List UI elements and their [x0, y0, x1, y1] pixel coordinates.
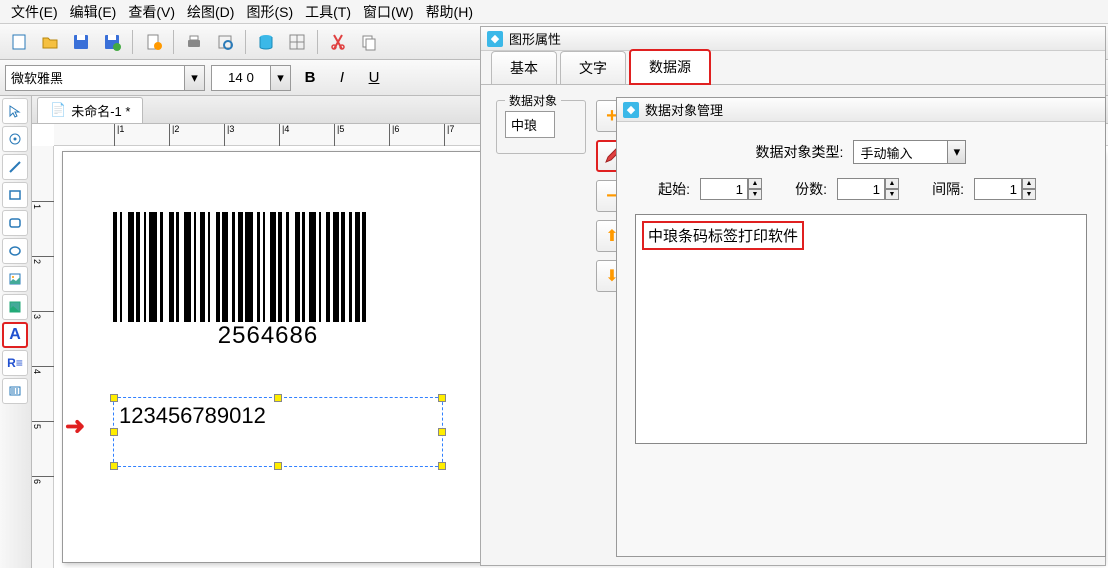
- resize-handle-tm[interactable]: [274, 394, 282, 402]
- open-button[interactable]: [36, 28, 64, 56]
- data-object-label: 数据对象: [505, 92, 561, 109]
- italic-button[interactable]: I: [329, 65, 355, 91]
- annotation-arrow: ➜: [65, 412, 85, 441]
- start-spin-down[interactable]: ▼: [748, 189, 762, 200]
- tab-basic[interactable]: 基本: [491, 51, 557, 84]
- menu-help[interactable]: 帮助(H): [420, 0, 479, 24]
- interval-spin-up[interactable]: ▲: [1022, 178, 1036, 189]
- copies-label: 份数:: [772, 179, 827, 199]
- vertical-ruler: 1 2 3 4 5 6: [32, 146, 54, 568]
- document-tab[interactable]: 📄 未命名-1 *: [37, 97, 143, 123]
- barcode-bars: [113, 212, 423, 322]
- copy-button[interactable]: [355, 28, 383, 56]
- data-object-item[interactable]: 中琅: [505, 111, 555, 138]
- menu-edit[interactable]: 编辑(E): [64, 0, 123, 24]
- resize-handle-bl[interactable]: [110, 462, 118, 470]
- menu-tool[interactable]: 工具(T): [299, 0, 357, 24]
- interval-label: 间隔:: [909, 179, 964, 199]
- start-spin-up[interactable]: ▲: [748, 178, 762, 189]
- tab-datasource[interactable]: 数据源: [629, 49, 711, 85]
- new-doc-button[interactable]: [5, 28, 33, 56]
- line-tool[interactable]: [2, 154, 28, 180]
- picture-tool[interactable]: [2, 294, 28, 320]
- menu-draw[interactable]: 绘图(D): [181, 0, 240, 24]
- text-content: 123456789012: [119, 403, 437, 429]
- barcode-tool[interactable]: [2, 378, 28, 404]
- database-button[interactable]: [252, 28, 280, 56]
- data-manager-icon: ◆: [623, 102, 639, 118]
- menu-shape[interactable]: 图形(S): [240, 0, 299, 24]
- resize-handle-mr[interactable]: [438, 428, 446, 436]
- copies-spin-down[interactable]: ▼: [885, 189, 899, 200]
- type-label: 数据对象类型:: [756, 142, 844, 162]
- cut-button[interactable]: [324, 28, 352, 56]
- properties-tabs: 基本 文字 数据源: [481, 51, 1105, 85]
- resize-handle-tl[interactable]: [110, 394, 118, 402]
- underline-button[interactable]: U: [361, 65, 387, 91]
- menu-view[interactable]: 查看(V): [122, 0, 181, 24]
- font-size-input[interactable]: [211, 65, 271, 91]
- data-manager-dialog: ◆ 数据对象管理 数据对象类型: 手动输入 ▾ 起始: ▲▼ 份数:: [616, 97, 1106, 557]
- save-as-button[interactable]: [98, 28, 126, 56]
- grid-button[interactable]: [283, 28, 311, 56]
- copies-spin-up[interactable]: ▲: [885, 178, 899, 189]
- content-textarea[interactable]: 中琅条码标签打印软件: [635, 214, 1087, 444]
- content-text: 中琅条码标签打印软件: [642, 221, 804, 250]
- resize-handle-ml[interactable]: [110, 428, 118, 436]
- properties-icon: ◆: [487, 31, 503, 47]
- menu-window[interactable]: 窗口(W): [357, 0, 420, 24]
- richtext-tool[interactable]: R≡: [2, 350, 28, 376]
- target-tool[interactable]: [2, 126, 28, 152]
- text-object[interactable]: 123456789012: [113, 397, 443, 467]
- menu-file[interactable]: 文件(E): [5, 0, 64, 24]
- resize-handle-br[interactable]: [438, 462, 446, 470]
- doc-icon: 📄: [50, 102, 66, 118]
- tab-text[interactable]: 文字: [560, 51, 626, 84]
- image-tool[interactable]: [2, 266, 28, 292]
- data-manager-titlebar[interactable]: ◆ 数据对象管理: [617, 98, 1105, 122]
- data-object-group: 数据对象 中琅: [496, 100, 586, 154]
- print-preview-button[interactable]: [211, 28, 239, 56]
- font-name-dropdown[interactable]: ▾: [185, 65, 205, 91]
- text-tool[interactable]: A: [2, 322, 28, 348]
- font-size-dropdown[interactable]: ▾: [271, 65, 291, 91]
- interval-input[interactable]: [974, 178, 1022, 200]
- roundrect-tool[interactable]: [2, 210, 28, 236]
- start-input[interactable]: [700, 178, 748, 200]
- ellipse-tool[interactable]: [2, 238, 28, 264]
- properties-panel: ◆ 图形属性 基本 文字 数据源 数据对象 中琅 + − ⬆ ⬇ ◆ 数据对象管…: [480, 26, 1106, 566]
- save-button[interactable]: [67, 28, 95, 56]
- page-setup-button[interactable]: [139, 28, 167, 56]
- resize-handle-bm[interactable]: [274, 462, 282, 470]
- type-dropdown[interactable]: ▾: [948, 140, 966, 164]
- type-select[interactable]: 手动输入: [853, 140, 948, 164]
- rect-tool[interactable]: [2, 182, 28, 208]
- barcode-text: 2564686: [113, 322, 423, 350]
- copies-input[interactable]: [837, 178, 885, 200]
- tool-palette: A R≡: [0, 96, 32, 568]
- start-label: 起始:: [635, 179, 690, 199]
- font-name-select[interactable]: 微软雅黑: [5, 65, 185, 91]
- select-tool[interactable]: [2, 98, 28, 124]
- interval-spin-down[interactable]: ▼: [1022, 189, 1036, 200]
- properties-titlebar[interactable]: ◆ 图形属性: [481, 27, 1105, 51]
- menubar: 文件(E) 编辑(E) 查看(V) 绘图(D) 图形(S) 工具(T) 窗口(W…: [0, 0, 1108, 24]
- resize-handle-tr[interactable]: [438, 394, 446, 402]
- print-button[interactable]: [180, 28, 208, 56]
- barcode-object[interactable]: 2564686: [113, 212, 423, 350]
- bold-button[interactable]: B: [297, 65, 323, 91]
